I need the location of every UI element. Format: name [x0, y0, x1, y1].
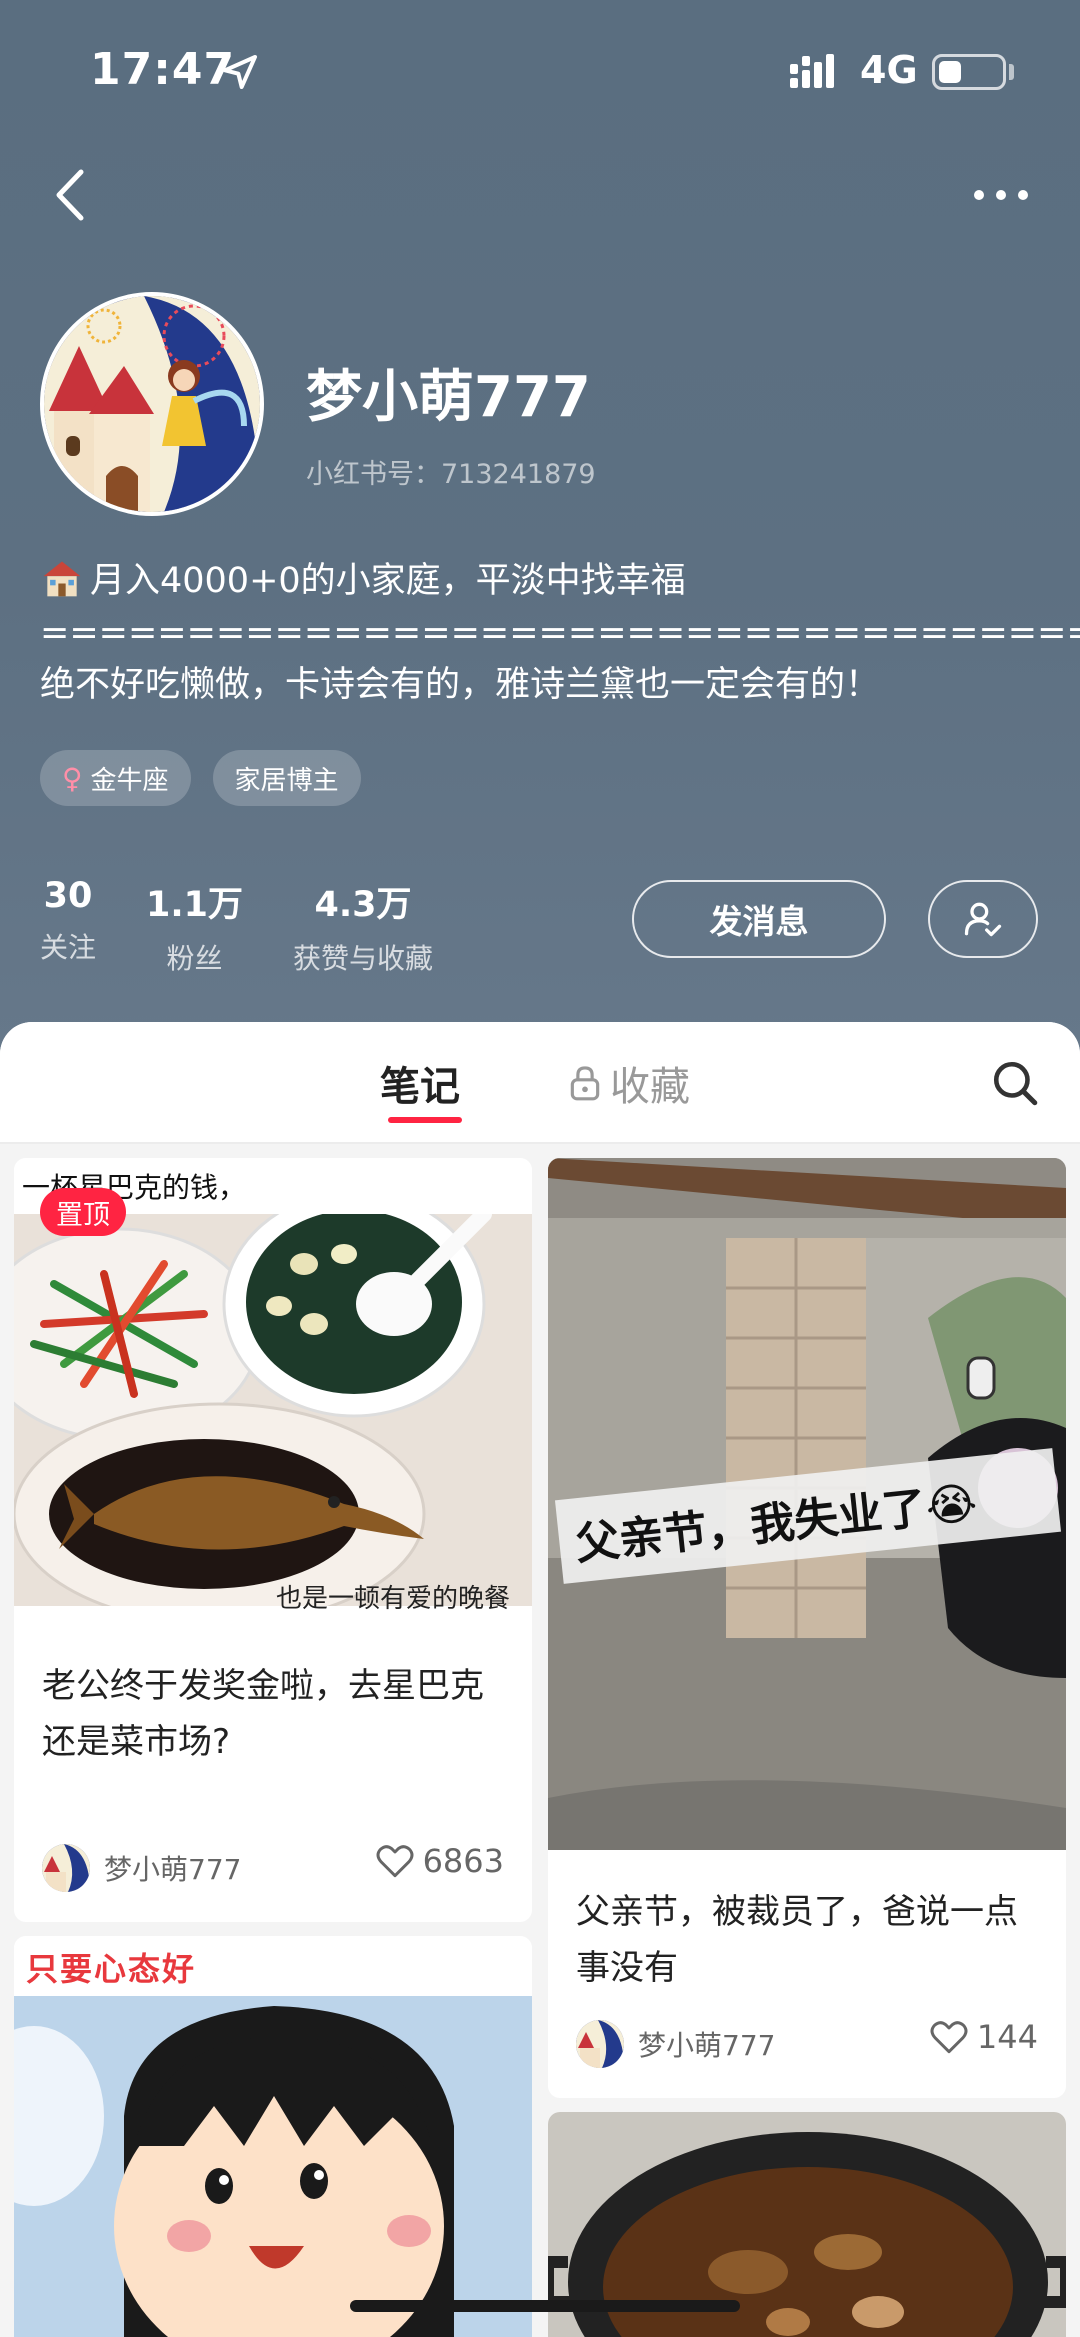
search-icon[interactable] — [990, 1058, 1040, 1108]
tab-favorites[interactable]: 收藏 — [568, 1054, 690, 1112]
note-author[interactable]: 梦小萌777 — [42, 1844, 241, 1892]
note-card[interactable]: 一杯星巴克的钱， 置顶 也是一顿有爱的晚餐 老公终于发奖金啦，去星巴克还是菜市场… — [14, 1158, 532, 1922]
battery-level — [939, 61, 961, 83]
note-card[interactable]: 只要心态好 — [14, 1936, 532, 2337]
network-type: 4G — [860, 48, 918, 92]
user-check-icon — [964, 902, 1002, 937]
bio-line-text: 月入4000+0的小家庭，平淡中找幸福 — [90, 561, 686, 601]
back-button[interactable] — [40, 160, 100, 230]
profile-header: 17:47 4G 梦小萌777 小红书号：713241879 月入4000+0的… — [0, 0, 1080, 1060]
chevron-left-icon — [56, 169, 84, 221]
author-avatar-image — [576, 2020, 624, 2068]
author-avatar — [576, 2020, 624, 2068]
note-card[interactable]: 父亲节，我失业了😭 父亲节，被裁员了，爸说一点事没有 梦小萌777 144 — [548, 1158, 1066, 2098]
stat-label: 粉丝 — [166, 942, 223, 975]
stats: 30 关注 1.1万 粉丝 4.3万 获赞与收藏 — [40, 876, 483, 977]
stat-value: 4.3万 — [314, 885, 412, 925]
more-button[interactable] — [966, 165, 1036, 225]
bio-line: ==================================== — [40, 613, 1080, 653]
status-time: 17:47 — [90, 44, 236, 95]
signal-icon — [790, 54, 834, 88]
stat-label: 关注 — [40, 931, 97, 964]
female-icon: ♀ — [62, 761, 83, 795]
following-status-button[interactable] — [928, 880, 1038, 958]
bio-line: 月入4000+0的小家庭，平淡中找幸福 — [40, 555, 1040, 607]
cover-top-text: 只要心态好 — [26, 1950, 197, 1988]
note-cover-image: 只要心态好 — [14, 1936, 532, 2337]
tag-list: ♀ 金牛座 家居博主 — [40, 750, 361, 806]
note-cover-image: 一杯星巴克的钱， 置顶 也是一顿有爱的晚餐 — [14, 1158, 532, 1624]
lock-icon — [570, 1066, 600, 1101]
tab-favorites-label: 收藏 — [610, 1064, 690, 1110]
avatar-castle-image — [44, 296, 260, 512]
heart-icon — [930, 2021, 968, 2054]
tab-bar: 笔记 收藏 — [0, 1022, 1080, 1144]
pinned-badge: 置顶 — [40, 1188, 126, 1236]
bio: 月入4000+0的小家庭，平淡中找幸福 ====================… — [40, 555, 1080, 711]
home-indicator[interactable] — [350, 2300, 740, 2312]
tag-category[interactable]: 家居博主 — [212, 750, 361, 806]
send-message-button[interactable]: 发消息 — [632, 880, 886, 958]
cartoon-girl-image — [14, 1996, 532, 2337]
author-name: 梦小萌777 — [638, 2029, 776, 2062]
cover-caption: 也是一顿有爱的晚餐 — [275, 1584, 510, 1614]
tag-zodiac[interactable]: ♀ 金牛座 — [40, 750, 191, 806]
stat-label: 获赞与收藏 — [293, 942, 434, 975]
author-avatar-image — [42, 1844, 90, 1892]
notes-panel: 笔记 收藏 一杯星巴克的钱， 置顶 也是一顿有爱的晚餐 老公终于发奖金啦，去星巴… — [0, 1022, 1080, 2337]
dinner-photo-image — [14, 1214, 532, 1606]
status-bar: 17:47 4G — [0, 0, 1080, 140]
stat-value: 1.1万 — [146, 885, 244, 925]
like-count: 6863 — [422, 1842, 504, 1880]
avatar[interactable] — [40, 292, 264, 516]
tab-active-indicator — [388, 1117, 462, 1123]
author-avatar — [42, 1844, 90, 1892]
note-title: 老公终于发奖金啦，去星巴克还是菜市场? — [42, 1666, 484, 1762]
house-icon — [43, 561, 81, 597]
note-title: 父亲节，被裁员了，爸说一点事没有 — [576, 1892, 1018, 1988]
like-button[interactable]: 6863 — [375, 1842, 504, 1880]
location-arrow-icon — [223, 55, 257, 89]
like-count: 144 — [976, 2018, 1038, 2056]
user-id: 小红书号：713241879 — [306, 459, 596, 490]
like-button[interactable]: 144 — [929, 2018, 1038, 2056]
stat-followers[interactable]: 1.1万 粉丝 — [146, 876, 243, 977]
username: 梦小萌777 — [306, 365, 591, 430]
note-author[interactable]: 梦小萌777 — [576, 2020, 775, 2068]
tag-label: 金牛座 — [90, 765, 169, 796]
note-cover-image: 父亲节，我失业了😭 — [548, 1158, 1066, 1850]
tab-notes[interactable]: 笔记 — [380, 1054, 460, 1112]
stat-likes-collects[interactable]: 4.3万 获赞与收藏 — [293, 876, 433, 977]
stat-value: 30 — [43, 876, 93, 916]
more-dots-icon — [974, 190, 1028, 200]
heart-icon — [376, 1845, 414, 1878]
battery-icon — [932, 54, 1006, 90]
tag-label: 家居博主 — [234, 765, 339, 796]
stat-following[interactable]: 30 关注 — [40, 876, 96, 977]
bio-line: 绝不好吃懒做，卡诗会有的，雅诗兰黛也一定会有的！ — [40, 665, 881, 705]
author-name: 梦小萌777 — [104, 1853, 242, 1886]
battery-tip — [1009, 64, 1014, 80]
